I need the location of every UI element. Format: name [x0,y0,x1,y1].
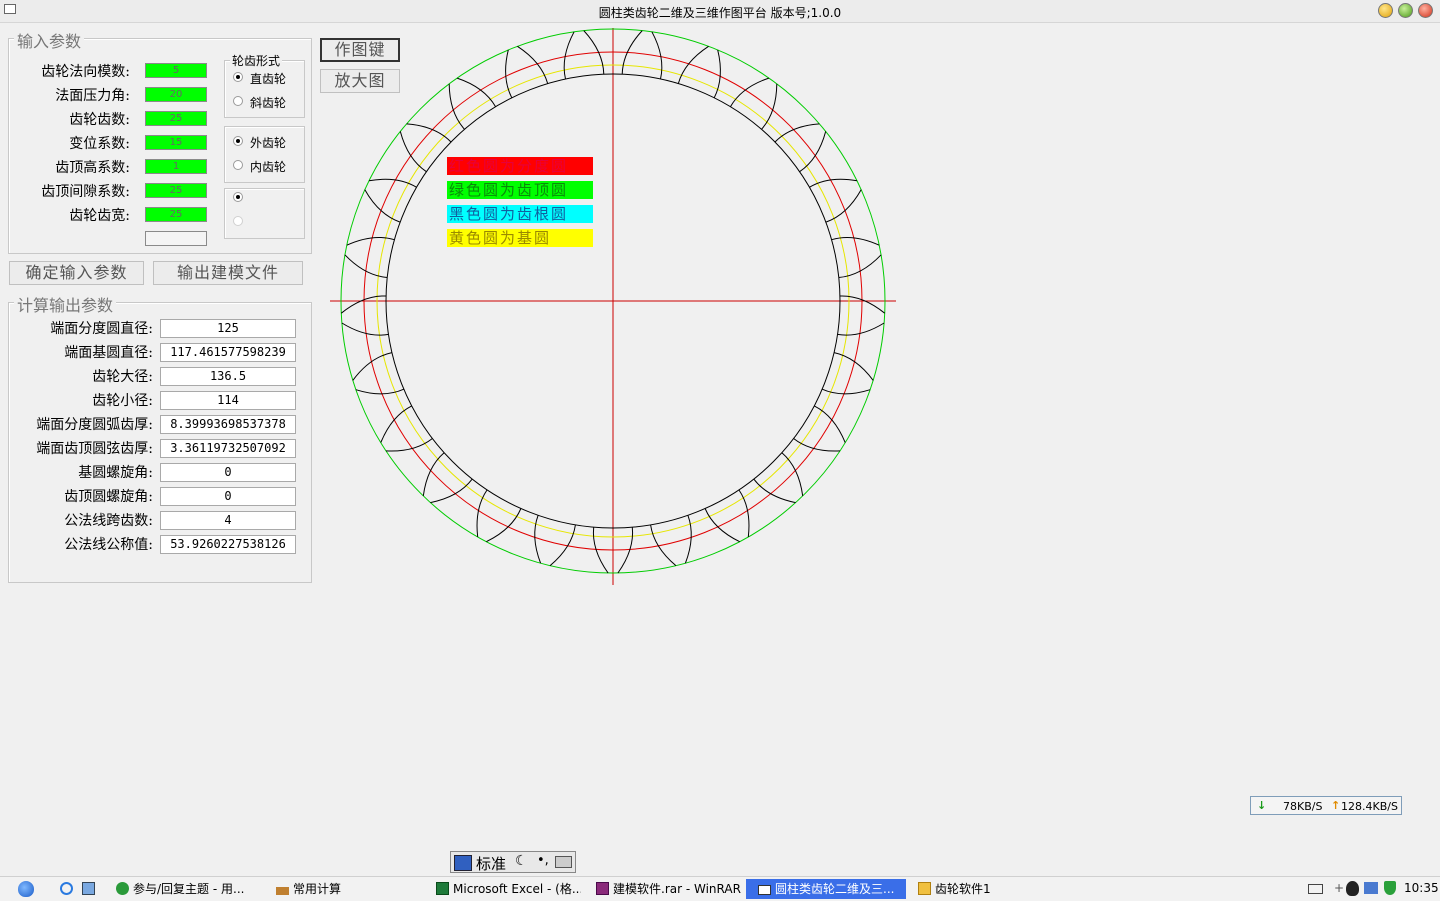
qq-tray-icon[interactable] [1346,881,1359,896]
tooth-flank [368,178,417,188]
taskbar: 参与/回复主题 - 用... 常用计算 Microsoft Excel - (格… [0,876,1440,901]
network-speed-widget[interactable]: ↓ 78KB/S ↑ 128.4KB/S [1250,796,1402,815]
output-label: 端面齿顶圆弦齿厚: [36,441,153,457]
arc-thickness-output[interactable]: 8.39993698537378 [160,415,296,434]
option-b-radio[interactable] [233,216,243,226]
excel-icon [436,882,449,895]
tooth-flank [809,178,858,188]
export-model-button[interactable]: 输出建模文件 [153,261,303,285]
legend-root-circle: 黑色圆为齿根圆 [447,205,593,223]
pitch-diameter-output[interactable]: 125 [160,319,296,338]
field-label: 变位系数: [69,136,130,152]
tray-expand-icon[interactable]: + [1334,881,1344,895]
base-tangent-length-output[interactable]: 53.9260227538126 [160,535,296,554]
desktop-quicklaunch-icon[interactable] [82,879,96,899]
taskbar-item[interactable]: 参与/回复主题 - 用... [116,879,256,899]
output-label: 端面分度圆弧齿厚: [36,417,153,433]
output-label: 齿轮小径: [92,393,153,409]
keyboard-tray-icon[interactable] [1308,884,1323,894]
taskbar-item[interactable]: 常用计算 [276,879,416,899]
addendum-coefficient-input[interactable]: 1 [145,159,207,174]
output-label: 齿顶圆螺旋角: [64,489,153,505]
helical-gear-label: 斜齿轮 [250,96,287,110]
tools-icon [276,887,289,895]
option-a-radio[interactable] [233,192,243,202]
extra-input[interactable] [145,231,207,246]
root-diameter-output[interactable]: 114 [160,391,296,410]
clock[interactable]: 10:35 [1404,881,1439,895]
external-gear-radio[interactable] [233,136,243,146]
minimize-button[interactable] [1378,3,1393,18]
app-window-icon [758,885,771,895]
security-tray-icon[interactable] [1384,881,1396,895]
winrar-icon [596,882,609,895]
folder-icon [918,882,931,895]
tooth-flank [355,388,405,395]
taskbar-item[interactable]: Microsoft Excel - (格... [436,879,581,899]
output-label: 端面分度圆直径: [50,321,153,337]
confirm-input-button[interactable]: 确定输入参数 [9,261,144,285]
external-gear-label: 外齿轮 [250,136,287,150]
output-label: 公法线跨齿数: [64,513,153,529]
close-button[interactable] [1418,3,1433,18]
shift-coefficient-input[interactable]: 15 [145,135,207,150]
internal-gear-label: 内齿轮 [250,160,287,174]
download-arrow-icon: ↓ [1257,799,1267,812]
taskbar-item-active[interactable]: 圆柱类齿轮二维及三... [746,879,906,899]
field-label: 齿轮齿数: [69,112,130,128]
field-label: 齿轮齿宽: [69,208,130,224]
taskbar-item[interactable]: 建模软件.rar - WinRAR [596,879,741,899]
pressure-angle-input[interactable]: 20 [145,87,207,102]
ie-quicklaunch-icon[interactable] [60,879,74,899]
upload-speed: 128.4KB/S [1341,800,1398,813]
output-label: 基圆螺旋角: [78,465,153,481]
spur-gear-label: 直齿轮 [250,72,287,86]
gear-drawing [330,28,896,585]
keyboard-icon[interactable] [555,856,572,868]
output-parameters-legend: 计算输出参数 [14,292,117,316]
taskbar-item[interactable]: 齿轮软件1 [918,879,1028,899]
face-width-input[interactable]: 25 [145,207,207,222]
field-label: 齿顶高系数: [55,160,130,176]
field-label: 齿顶间隙系数: [41,184,130,200]
apple-start-icon [18,881,34,897]
maximize-button[interactable] [1398,3,1413,18]
start-button[interactable] [18,879,38,899]
output-label: 齿轮大径: [92,369,153,385]
field-label: 法面压力角: [55,88,130,104]
ime-mode-label[interactable]: 标准 [476,853,506,874]
legend-addendum-circle: 绿色圆为齿顶圆 [447,181,593,199]
clearance-coefficient-input[interactable]: 25 [145,183,207,198]
punctuation-icon[interactable]: •, [537,853,549,868]
moon-icon[interactable]: ☾ [515,853,528,869]
module-input[interactable]: 5 [145,63,207,78]
legend-base-circle: 黄色圆为基圆 [447,229,593,247]
base-diameter-output[interactable]: 117.461577598239 [160,343,296,362]
network-tray-icon[interactable] [1364,882,1378,894]
ime-logo-icon [454,855,472,871]
legend-pitch-circle: 红色圆为分度圆 [447,157,593,175]
download-speed: 78KB/S [1283,800,1323,813]
output-label: 公法线公称值: [64,537,153,553]
helical-gear-radio[interactable] [233,96,243,106]
span-teeth-output[interactable]: 4 [160,511,296,530]
tooth-form-legend: 轮齿形式 [230,52,283,69]
tip-helix-angle-output[interactable]: 0 [160,487,296,506]
chordal-thickness-output[interactable]: 3.36119732507092 [160,439,296,458]
output-label: 端面基圆直径: [64,345,153,361]
field-label: 齿轮法向模数: [41,64,130,80]
internal-gear-radio[interactable] [233,160,243,170]
browser-icon [116,882,129,895]
window-title: 圆柱类齿轮二维及三维作图平台 版本号;1.0.0 [598,6,842,20]
input-parameters-legend: 输入参数 [14,28,85,52]
tooth-flank [821,388,871,395]
upload-arrow-icon: ↑ [1331,799,1341,812]
ime-toolbar[interactable]: 标准 ☾ •, [450,851,576,873]
tip-diameter-output[interactable]: 136.5 [160,367,296,386]
base-helix-angle-output[interactable]: 0 [160,463,296,482]
teeth-count-input[interactable]: 25 [145,111,207,126]
spur-gear-radio[interactable] [233,72,243,82]
